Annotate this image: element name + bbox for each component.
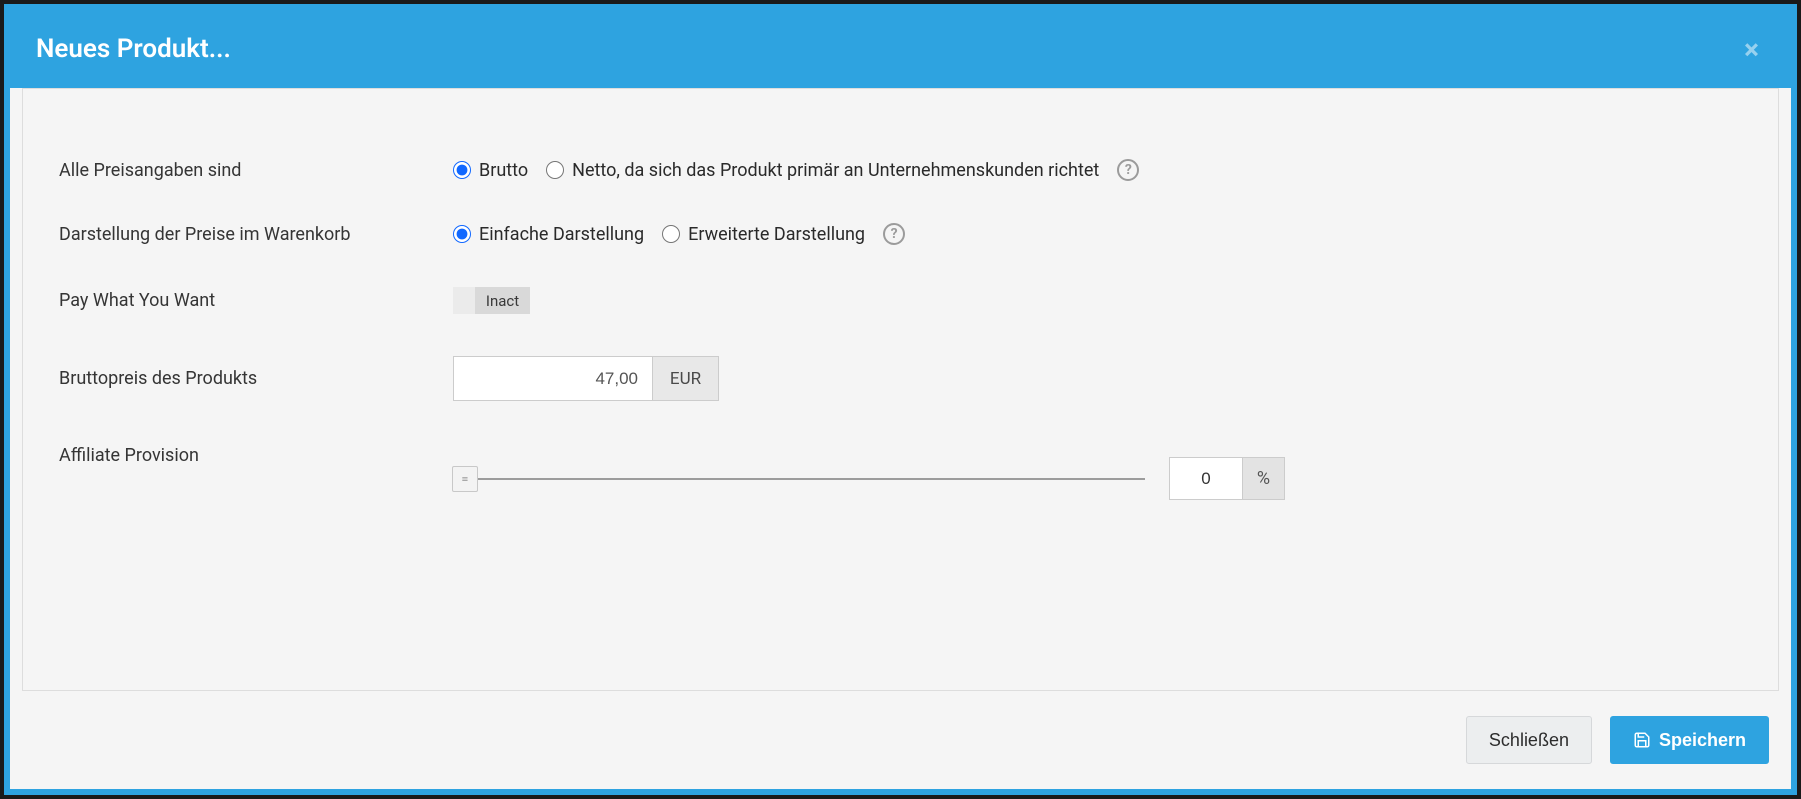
percent-addon: % xyxy=(1243,457,1285,500)
label-affiliate: Affiliate Provision xyxy=(53,443,453,466)
toggle-pwyw[interactable]: Inact xyxy=(453,287,530,314)
modal-body: Alle Preisangaben sind Brutto Netto, da … xyxy=(23,89,1778,610)
field-gross-price: EUR xyxy=(453,356,1748,401)
radio-netto[interactable]: Netto, da sich das Produkt primär an Unt… xyxy=(546,160,1099,181)
affiliate-input-group: % xyxy=(1169,457,1285,500)
modal-footer: Schließen Speichern xyxy=(10,691,1791,789)
label-gross-price: Bruttopreis des Produkts xyxy=(53,368,453,389)
close-button[interactable]: Schließen xyxy=(1466,716,1592,764)
row-gross-price: Bruttopreis des Produkts EUR xyxy=(53,356,1748,401)
help-icon[interactable]: ? xyxy=(883,223,905,245)
field-cart-display: Einfache Darstellung Erweiterte Darstell… xyxy=(453,223,1748,245)
radio-extended-input[interactable] xyxy=(662,225,680,243)
modal-body-container: Alle Preisangaben sind Brutto Netto, da … xyxy=(10,88,1791,789)
slider-handle[interactable] xyxy=(452,466,478,492)
row-pwyw: Pay What You Want Inact xyxy=(53,287,1748,314)
radio-extended[interactable]: Erweiterte Darstellung xyxy=(662,224,865,245)
affiliate-input[interactable] xyxy=(1169,457,1243,500)
gross-price-group: EUR xyxy=(453,356,719,401)
radio-simple-input[interactable] xyxy=(453,225,471,243)
toggle-handle xyxy=(453,287,475,314)
radio-simple-label: Einfache Darstellung xyxy=(479,224,644,245)
currency-addon: EUR xyxy=(653,356,719,401)
modal-title: Neues Produkt... xyxy=(36,34,231,64)
affiliate-slider[interactable] xyxy=(465,478,1145,480)
modal-inner: Neues Produkt... × Alle Preisangaben sin… xyxy=(10,10,1791,789)
modal-body-scroll[interactable]: Alle Preisangaben sind Brutto Netto, da … xyxy=(22,88,1779,691)
modal-header: Neues Produkt... × xyxy=(10,10,1791,88)
save-button-label: Speichern xyxy=(1659,730,1746,751)
radio-brutto-label: Brutto xyxy=(479,160,528,181)
modal: Neues Produkt... × Alle Preisangaben sin… xyxy=(4,4,1797,795)
label-pwyw: Pay What You Want xyxy=(53,290,453,311)
radio-brutto[interactable]: Brutto xyxy=(453,160,528,181)
field-affiliate: % xyxy=(453,443,1748,500)
field-pwyw: Inact xyxy=(453,287,1748,314)
close-icon[interactable]: × xyxy=(1738,33,1765,66)
help-icon[interactable]: ? xyxy=(1117,159,1139,181)
save-icon xyxy=(1633,731,1651,749)
row-affiliate: Affiliate Provision % xyxy=(53,443,1748,500)
save-button[interactable]: Speichern xyxy=(1610,716,1769,764)
row-price-type: Alle Preisangaben sind Brutto Netto, da … xyxy=(53,159,1748,181)
radio-netto-label: Netto, da sich das Produkt primär an Unt… xyxy=(572,160,1099,181)
radio-simple[interactable]: Einfache Darstellung xyxy=(453,224,644,245)
radio-netto-input[interactable] xyxy=(546,161,564,179)
radio-brutto-input[interactable] xyxy=(453,161,471,179)
row-cart-display: Darstellung der Preise im Warenkorb Einf… xyxy=(53,223,1748,245)
label-price-type: Alle Preisangaben sind xyxy=(53,160,453,181)
field-price-type: Brutto Netto, da sich das Produkt primär… xyxy=(453,159,1748,181)
radio-extended-label: Erweiterte Darstellung xyxy=(688,224,865,245)
gross-price-input[interactable] xyxy=(453,356,653,401)
label-cart-display: Darstellung der Preise im Warenkorb xyxy=(53,224,453,245)
toggle-label: Inact xyxy=(475,287,530,314)
